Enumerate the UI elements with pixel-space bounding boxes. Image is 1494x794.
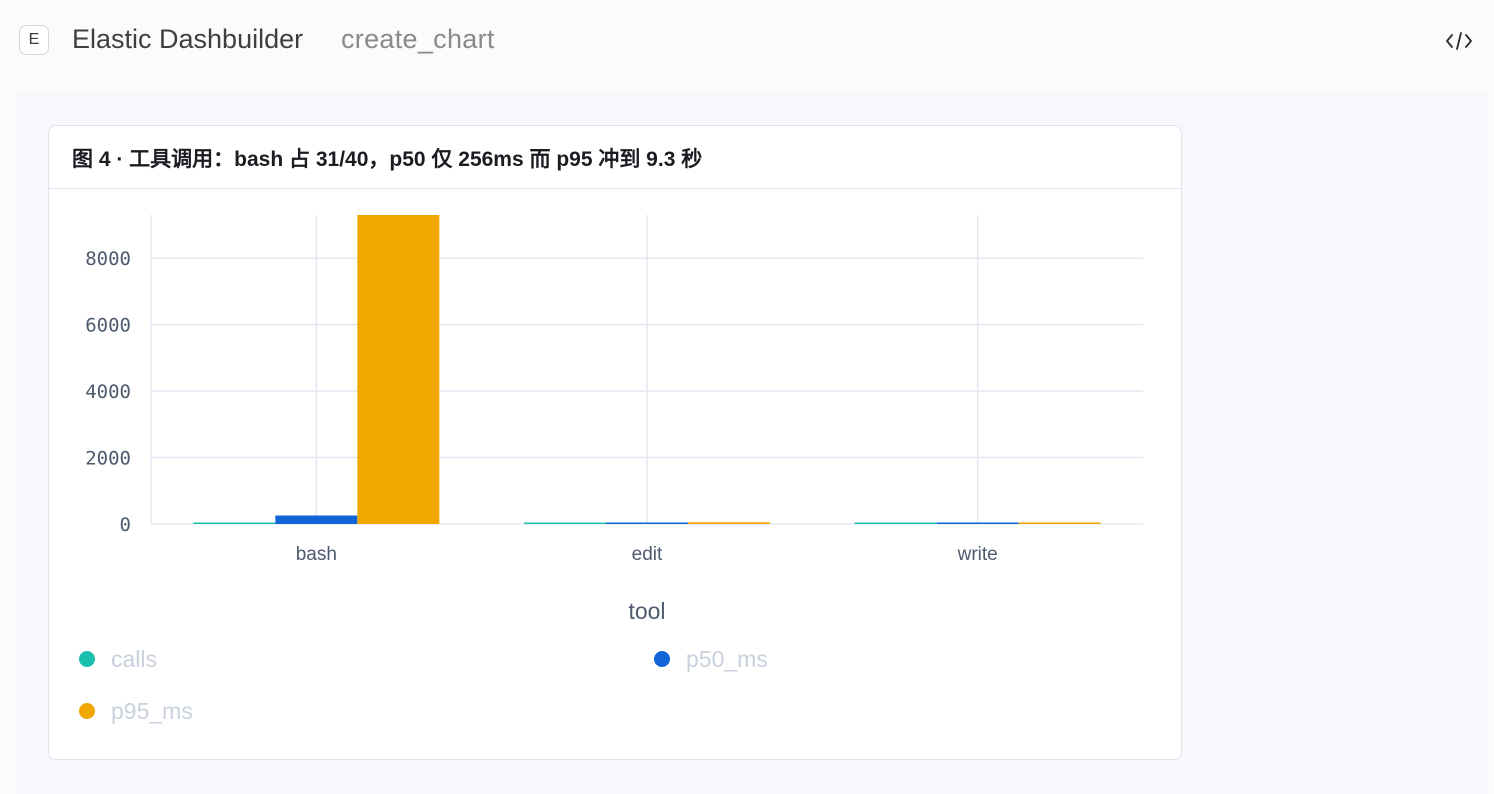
bar-p50_ms-write xyxy=(936,522,1019,524)
legend-swatch xyxy=(654,651,670,667)
bar-chart: 0 2000 4000 6000 8000 bash edit write tool xyxy=(85,215,1143,624)
bar-p50_ms-bash xyxy=(275,515,358,524)
y-tick-label: 0 xyxy=(120,514,131,536)
bar-p95_ms-write xyxy=(1018,522,1101,524)
code-icon[interactable] xyxy=(1444,28,1474,54)
bar-p95_ms-edit xyxy=(688,522,770,524)
bar-calls-edit xyxy=(524,522,606,524)
legend-swatch xyxy=(79,703,95,719)
y-tick-label: 8000 xyxy=(85,248,131,270)
x-tick-label: write xyxy=(957,544,998,565)
bar-p95_ms-bash xyxy=(357,215,440,524)
bar-calls-bash xyxy=(193,522,276,524)
y-tick-label: 4000 xyxy=(85,381,131,403)
y-tick-label: 2000 xyxy=(85,448,131,470)
y-tick-label: 6000 xyxy=(85,315,131,337)
app-title: Elastic Dashbuilder xyxy=(72,24,304,54)
x-axis-title: tool xyxy=(628,598,665,624)
app-badge: E xyxy=(19,25,49,55)
chart-panel: 图 4 · 工具调用：bash 占 31/40，p50 仅 256ms 而 p9… xyxy=(48,125,1182,760)
x-tick-label: bash xyxy=(296,544,337,565)
tool-name: create_chart xyxy=(341,24,495,54)
bar-calls-write xyxy=(854,522,937,524)
x-tick-label: edit xyxy=(632,544,663,565)
legend-label: p95_ms xyxy=(111,698,193,724)
legend-label: p50_ms xyxy=(686,646,768,672)
bar-p50_ms-edit xyxy=(606,522,688,524)
top-bar: E Elastic Dashbuilder create_chart xyxy=(0,0,1494,82)
legend-swatch xyxy=(79,651,95,667)
legend-label: calls xyxy=(111,646,158,672)
